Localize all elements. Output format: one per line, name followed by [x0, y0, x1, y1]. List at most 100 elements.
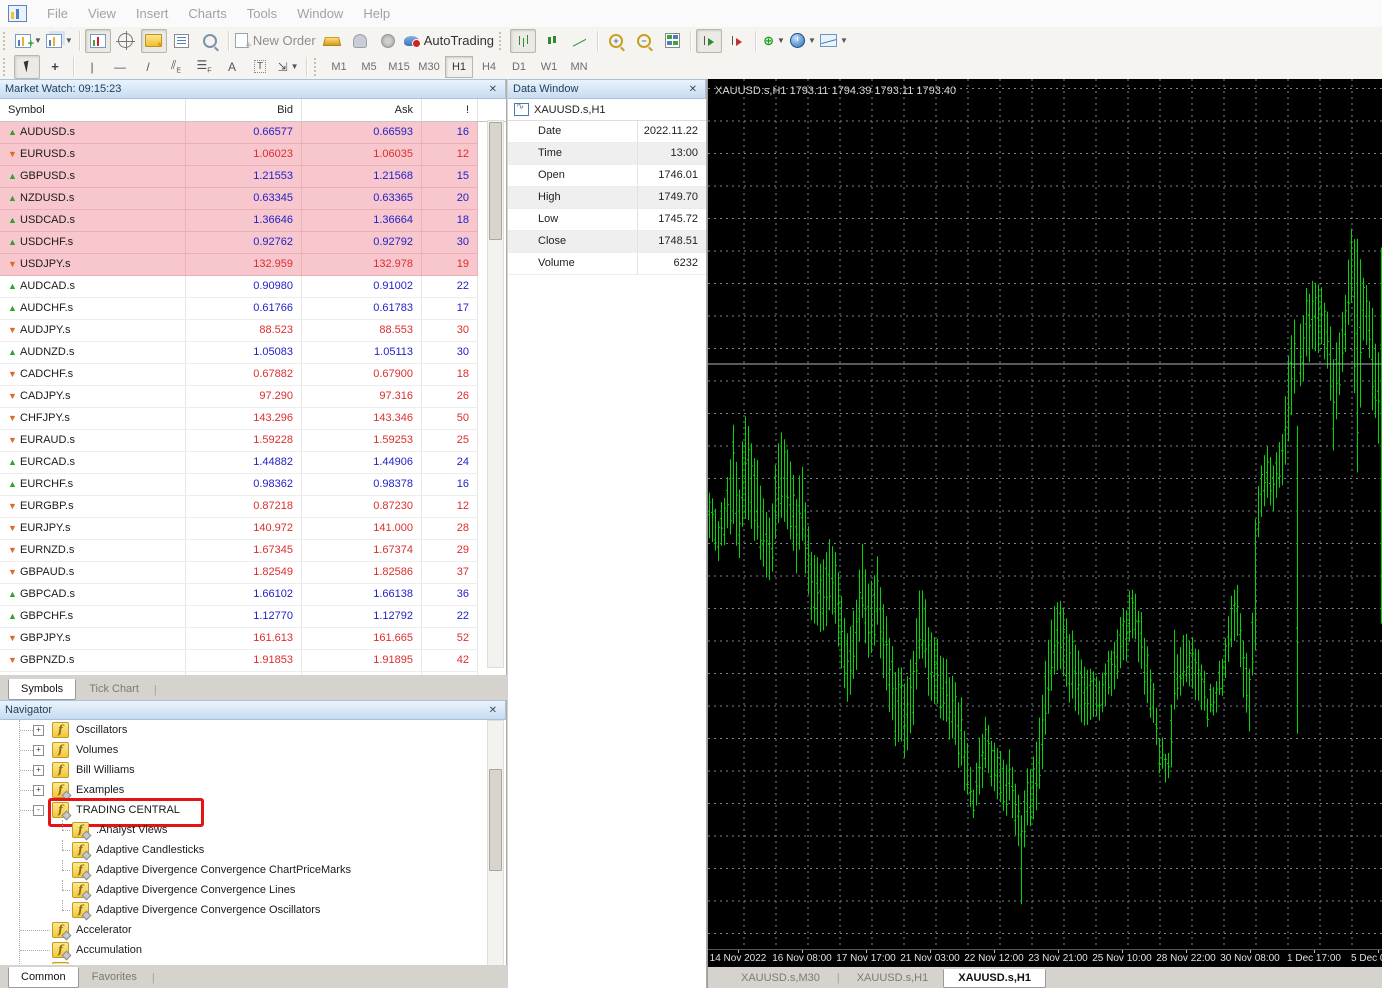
strategy-tester-button[interactable]	[197, 29, 223, 53]
horizontal-line-tool-button[interactable]: —	[107, 55, 133, 79]
market-watch-row[interactable]: ▲EURCAD.s1.448821.4490624	[0, 452, 478, 474]
navigator-item-adaptive-candlesticks[interactable]: fAdaptive Candlesticks	[0, 840, 506, 860]
toolbar-drag-handle[interactable]	[314, 58, 321, 76]
market-watch-row[interactable]: ▼USDJPY.s132.959132.97819	[0, 254, 478, 276]
new-order-button[interactable]: New Order	[234, 29, 317, 53]
timeframe-button-h4[interactable]: H4	[475, 56, 503, 78]
column-header-ask[interactable]: Ask	[302, 99, 422, 121]
market-watch-row[interactable]: ▲GBPCHF.s1.127701.1279222	[0, 606, 478, 628]
close-icon[interactable]: ✕	[486, 705, 500, 716]
timeframe-button-m1[interactable]: M1	[325, 56, 353, 78]
expand-box-icon[interactable]: +	[33, 785, 44, 796]
navigator-header[interactable]: Navigator ✕	[0, 700, 506, 720]
navigator-item-bill-williams[interactable]: +fBill Williams	[0, 760, 506, 780]
tile-windows-button[interactable]	[659, 29, 685, 53]
channel-tool-button[interactable]: ⫽E	[163, 55, 189, 79]
tab-tick-chart[interactable]: Tick Chart	[76, 679, 152, 700]
expand-box-icon[interactable]: +	[33, 765, 44, 776]
chart-tab-3[interactable]: XAUUSD.s,H1	[943, 969, 1046, 988]
price-chart-canvas[interactable]	[708, 79, 1382, 949]
arrows-tool-button[interactable]: ⇲▼	[275, 55, 301, 79]
navigator-item-trading-central[interactable]: -fTRADING CENTRAL	[0, 800, 506, 820]
market-watch-row[interactable]: ▲AUDCAD.s0.909800.9100222	[0, 276, 478, 298]
market-watch-row[interactable]: ▼AUDJPY.s88.52388.55330	[0, 320, 478, 342]
menu-item-window[interactable]: Window	[287, 6, 353, 21]
market-watch-row[interactable]: ▲AUDUSD.s0.665770.6659316	[0, 122, 478, 144]
close-icon[interactable]: ✕	[686, 84, 700, 95]
data-window-instrument[interactable]: XAUUSD.s,H1	[508, 99, 706, 121]
scrollbar-thumb[interactable]	[489, 769, 502, 871]
column-header-symbol[interactable]: Symbol	[0, 99, 186, 121]
market-watch-row[interactable]: ▼GBPAUD.s1.825491.8258637	[0, 562, 478, 584]
market-watch-row[interactable]: ▲AUDNZD.s1.050831.0511330	[0, 342, 478, 364]
autotrading-button[interactable]: AutoTrading	[403, 29, 495, 53]
periods-button[interactable]: ▼	[789, 29, 817, 53]
navigator-item-accelerator[interactable]: fAccelerator	[0, 920, 506, 940]
metaeditor-button[interactable]	[347, 29, 373, 53]
text-tool-button[interactable]: A	[219, 55, 245, 79]
timeframe-button-h1[interactable]: H1	[445, 56, 473, 78]
timeframe-button-m5[interactable]: M5	[355, 56, 383, 78]
collapse-box-icon[interactable]: -	[33, 805, 44, 816]
market-watch-row[interactable]: ▼EURGBP.s0.872180.8723012	[0, 496, 478, 518]
menu-item-file[interactable]: File	[37, 6, 78, 21]
templates-button[interactable]: ▼	[819, 29, 849, 53]
toolbar-drag-handle[interactable]	[3, 32, 10, 50]
market-watch-row[interactable]: ▲USDCHF.s0.927620.9279230	[0, 232, 478, 254]
navigator-toggle-button[interactable]	[141, 29, 167, 53]
market-depth-button[interactable]	[319, 29, 345, 53]
column-header-bid[interactable]: Bid	[186, 99, 302, 121]
toolbar-drag-handle[interactable]	[3, 58, 10, 76]
market-watch-row[interactable]: ▲AUDCHF.s0.617660.6178317	[0, 298, 478, 320]
market-watch-row[interactable]: ▲GBPUSD.s1.215531.2156815	[0, 166, 478, 188]
data-window-toggle-button[interactable]	[113, 29, 139, 53]
timeframe-button-m15[interactable]: M15	[385, 56, 413, 78]
candlestick-mode-button[interactable]	[538, 29, 564, 53]
auto-scroll-button[interactable]	[696, 29, 722, 53]
chart-shift-button[interactable]	[724, 29, 750, 53]
expand-box-icon[interactable]: +	[33, 745, 44, 756]
market-watch-scrollbar[interactable]	[487, 120, 504, 668]
navigator-scrollbar[interactable]	[487, 720, 504, 966]
market-watch-row[interactable]: ▲NZDUSD.s0.633450.6336520	[0, 188, 478, 210]
market-watch-toggle-button[interactable]	[85, 29, 111, 53]
navigator-item-oscillators[interactable]: +fOscillators	[0, 720, 506, 740]
signals-button[interactable]	[375, 29, 401, 53]
new-chart-button[interactable]: +▼	[14, 29, 43, 53]
market-watch-row[interactable]: ▼GBPNZD.s1.918531.9189542	[0, 650, 478, 672]
zoom-in-button[interactable]: +	[603, 29, 629, 53]
expand-box-icon[interactable]: +	[33, 725, 44, 736]
tab-symbols[interactable]: Symbols	[8, 679, 76, 700]
toolbar-drag-handle[interactable]	[499, 32, 506, 50]
navigator-item-volumes[interactable]: +fVolumes	[0, 740, 506, 760]
menu-item-view[interactable]: View	[78, 6, 126, 21]
market-watch-row[interactable]: ▼EURAUD.s1.592281.5925325	[0, 430, 478, 452]
market-watch-row[interactable]: ▼EURNZD.s1.673451.6737429	[0, 540, 478, 562]
close-icon[interactable]: ✕	[486, 84, 500, 95]
menu-item-insert[interactable]: Insert	[126, 6, 179, 21]
cursor-tool-button[interactable]	[14, 55, 40, 79]
navigator-item--analyst-views[interactable]: f.Analyst Views	[0, 820, 506, 840]
line-chart-mode-button[interactable]	[566, 29, 592, 53]
label-tool-button[interactable]: T	[247, 55, 273, 79]
market-watch-column-header[interactable]: SymbolBidAsk!	[0, 99, 506, 122]
navigator-item-adaptive-divergence-convergence-oscillators[interactable]: fAdaptive Divergence Convergence Oscilla…	[0, 900, 506, 920]
trendline-tool-button[interactable]: /	[135, 55, 161, 79]
time-axis[interactable]: 14 Nov 202216 Nov 08:0017 Nov 17:0021 No…	[708, 949, 1382, 968]
market-watch-row[interactable]: ▼EURUSD.s1.060231.0603512	[0, 144, 478, 166]
market-watch-header[interactable]: Market Watch: 09:15:23 ✕	[0, 79, 506, 99]
fibonacci-tool-button[interactable]: ☰F	[191, 55, 217, 79]
menu-item-tools[interactable]: Tools	[237, 6, 287, 21]
market-watch-row[interactable]: ▼CADCHF.s0.678820.6790018	[0, 364, 478, 386]
scrollbar-thumb[interactable]	[489, 122, 502, 240]
market-watch-row[interactable]: ▲EURCHF.s0.983620.9837816	[0, 474, 478, 496]
bar-chart-mode-button[interactable]	[510, 29, 536, 53]
market-watch-row[interactable]: ▼GBPJPY.s161.613161.66552	[0, 628, 478, 650]
timeframe-button-mn[interactable]: MN	[565, 56, 593, 78]
profiles-button[interactable]: ▼	[45, 29, 74, 53]
timeframe-button-m30[interactable]: M30	[415, 56, 443, 78]
vertical-line-tool-button[interactable]: |	[79, 55, 105, 79]
menu-item-help[interactable]: Help	[353, 6, 400, 21]
market-watch-row[interactable]: ▼EURJPY.s140.972141.00028	[0, 518, 478, 540]
navigator-item-examples[interactable]: +fExamples	[0, 780, 506, 800]
